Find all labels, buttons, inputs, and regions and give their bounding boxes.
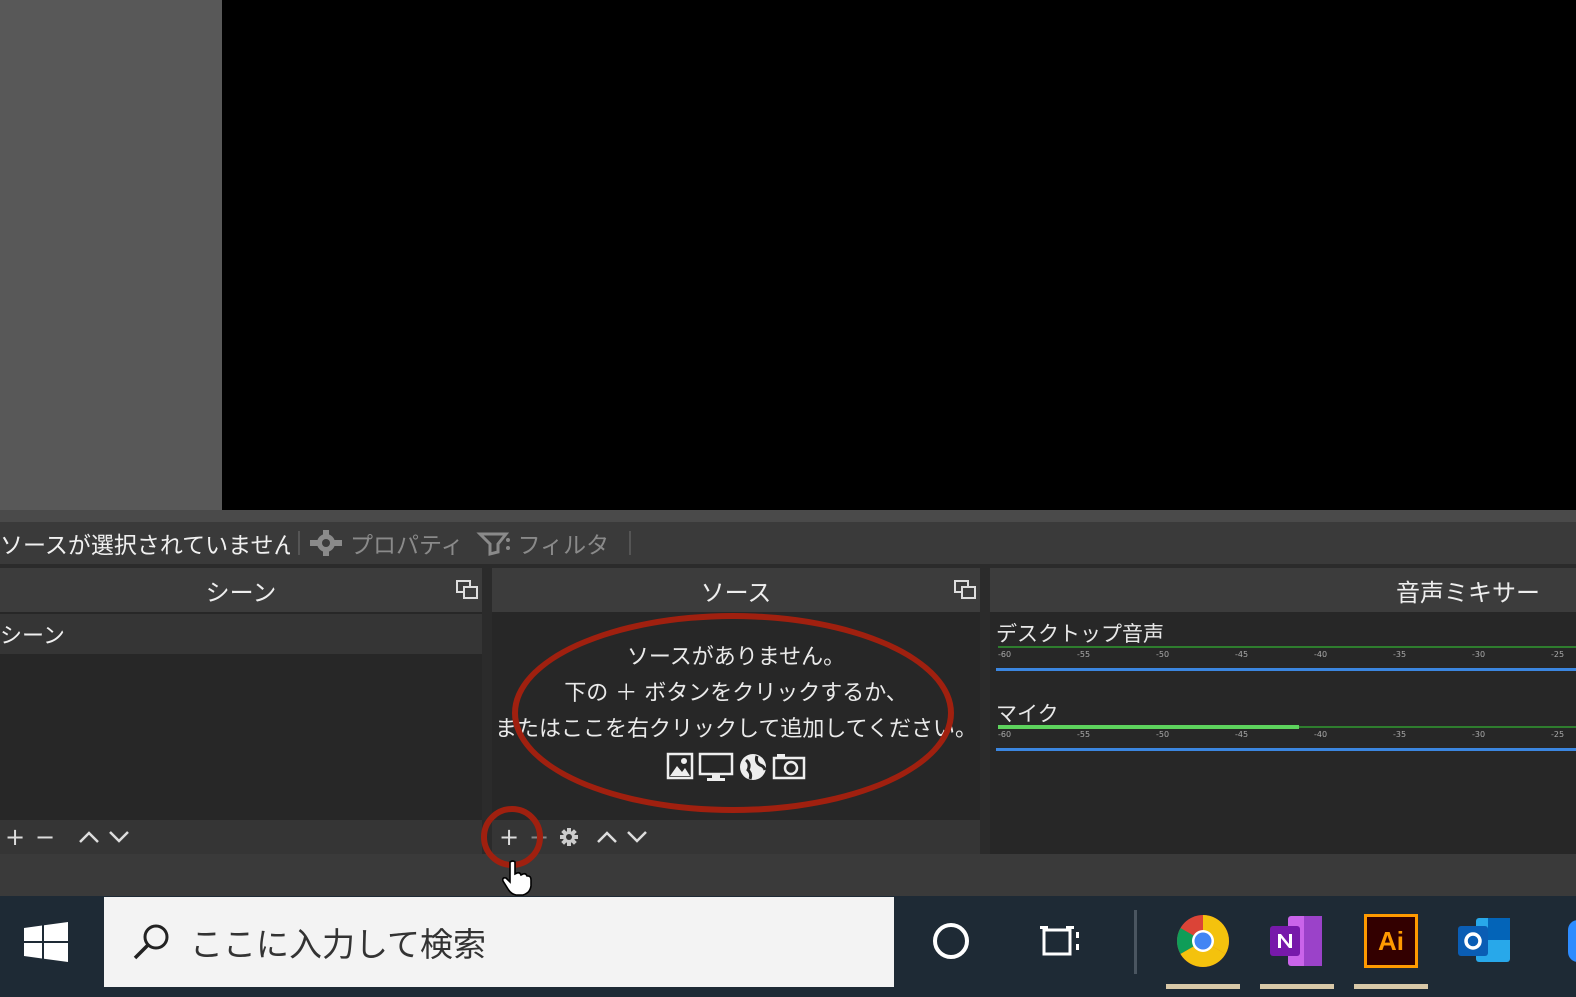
gear-icon [560,828,578,846]
meter-tick-label: -50 [1156,730,1170,739]
minus-icon: − [34,823,56,851]
mixer-dock-title: 音声ミキサー [990,568,1576,612]
separator [298,531,300,555]
taskbar-search-box[interactable]: ここに入力して検索 [104,897,894,987]
mixer-channels: デスクトップ音声 -60 -55 -50 -45 -40 -35 -30 -25 マイク -6… [990,614,1576,854]
hand-cursor-icon [502,860,532,896]
source-properties-button[interactable] [554,822,584,852]
meter-tick-label: -60 [998,650,1012,659]
sources-toolbar: + − [492,820,980,854]
chevron-down-icon [109,831,129,843]
meter-level [998,725,1299,729]
scene-list-item[interactable]: シーン [0,614,482,654]
meter-tick-label: -25 [1551,730,1565,739]
mixer-title: 音声ミキサー [1396,578,1540,607]
channel-name: デスクトップ音声 [996,622,1164,646]
channel-name: マイク [996,702,1059,726]
onenote-running-indicator [1260,984,1334,989]
chevron-up-icon [79,831,99,843]
scenes-toolbar: + − [0,820,482,854]
search-placeholder: ここに入力して検索 [190,925,487,964]
onenote-icon[interactable] [1270,914,1324,968]
meter-tick-label: -35 [1393,650,1407,659]
move-scene-down-button[interactable] [104,822,134,852]
audio-mixer-dock: 音声ミキサー デスクトップ音声 -60 -55 -50 -45 -40 -35 -30 -25… [990,568,1576,854]
meter-tick-label: -55 [1077,730,1091,739]
preview-bottom-bar [0,510,1576,522]
annotation-ellipse-empty-message [512,613,954,813]
chevron-down-icon [627,831,647,843]
chrome-running-indicator [1166,984,1240,989]
scenes-dock-title: シーン [0,568,482,612]
mixer-channel: デスクトップ音声 -60 -55 -50 -45 -40 -35 -30 -25 [990,618,1576,698]
properties-label: プロパティ [350,533,464,559]
meter-tick-label: -60 [998,730,1012,739]
status-bar [0,854,1576,896]
illustrator-label: Ai [1378,925,1404,956]
chrome-icon[interactable] [1176,914,1230,968]
plus-icon: + [4,823,26,851]
undock-icon[interactable] [456,580,478,600]
meter-track [998,646,1576,648]
meter-tick-label: -25 [1551,650,1565,659]
meter-tick-label: -55 [1077,650,1091,659]
mixer-channel: マイク -60 -55 -50 -45 -40 -35 -30 -25 [990,698,1576,778]
meter-tick-label: -50 [1156,650,1170,659]
annotation-circle-add-button [481,806,543,868]
preview-canvas[interactable] [222,0,1576,510]
app-icon[interactable] [1550,914,1576,968]
meter-tick-label: -45 [1235,650,1249,659]
no-source-selected-label: ソースが選択されていません [0,533,290,559]
remove-scene-button[interactable]: − [30,822,60,852]
meter-tick-label: -30 [1472,650,1486,659]
volume-meter: -60 -55 -50 -45 -40 -35 -30 -25 [998,724,1576,742]
separator [629,531,632,555]
outlook-icon[interactable] [1458,914,1512,968]
taskbar-divider [1134,910,1137,974]
undock-icon[interactable] [954,580,976,600]
add-scene-button[interactable]: + [0,822,30,852]
volume-meter: -60 -55 -50 -45 -40 -35 -30 -25 [998,644,1576,662]
volume-slider[interactable] [996,668,1576,671]
windows-start-icon[interactable] [22,922,70,962]
context-bar: ソースが選択されていません プロパティ フィルタ [0,522,1576,564]
gear-icon [310,530,342,556]
search-icon [133,924,169,960]
left-panel-area [0,0,222,510]
filter-icon [476,532,510,556]
scenes-dock: シーン シーン + − [0,568,482,854]
move-scene-up-button[interactable] [74,822,104,852]
meter-tick-label: -35 [1393,730,1407,739]
meter-tick-label: -40 [1314,730,1328,739]
volume-slider[interactable] [996,748,1576,751]
sources-title: ソース [700,578,772,607]
task-view-icon[interactable] [1040,922,1084,962]
illustrator-icon[interactable]: Ai [1364,914,1418,968]
cortana-icon[interactable] [930,920,972,962]
scenes-title: シーン [205,578,277,607]
scenes-list[interactable]: シーン [0,614,482,820]
filters-button[interactable]: フィルタ [476,526,610,560]
chevron-up-icon [597,831,617,843]
filters-label: フィルタ [517,533,610,559]
properties-button[interactable]: プロパティ [308,526,464,560]
meter-tick-label: -45 [1235,730,1249,739]
meter-tick-label: -30 [1472,730,1486,739]
sources-dock-title: ソース [492,568,980,612]
illustrator-running-indicator [1354,984,1428,989]
move-source-down-button[interactable] [622,822,652,852]
meter-tick-label: -40 [1314,650,1328,659]
move-source-up-button[interactable] [592,822,622,852]
